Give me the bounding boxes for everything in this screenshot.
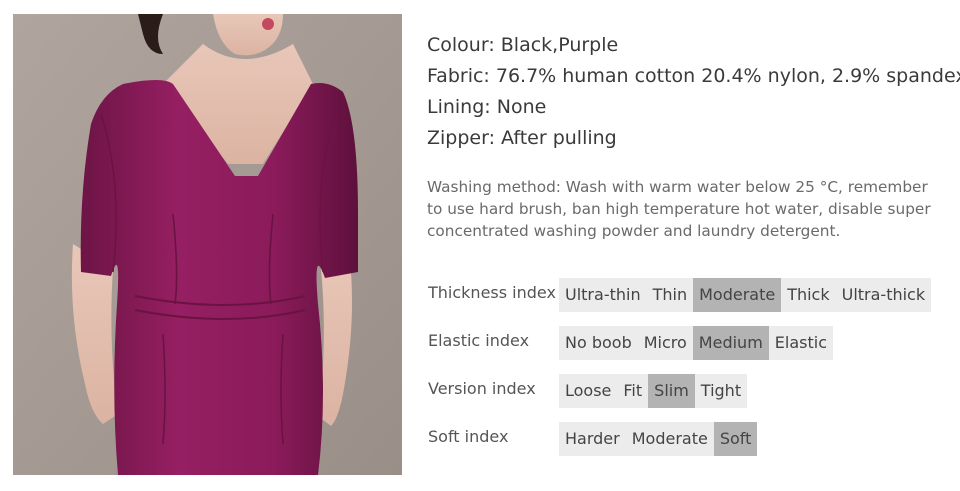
spec-zipper: Zipper: After pulling	[427, 127, 617, 149]
thickness-index-options: Ultra-thin Thin Moderate Thick Ultra-thi…	[559, 278, 932, 312]
soft-index-label: Soft index	[428, 427, 509, 446]
thickness-option-thin: Thin	[652, 285, 688, 304]
version-index-options: Loose Fit Slim Tight	[559, 374, 748, 408]
product-specs: Colour: Black,Purple Fabric: 76.7% human…	[427, 30, 960, 154]
washing-method: Washing method: Wash with warm water bel…	[427, 178, 931, 240]
dress-model-illustration	[13, 14, 402, 475]
elastic-option-no-boob: No boob	[565, 333, 632, 352]
soft-option-soft: Soft	[713, 422, 758, 456]
version-option-tight: Tight	[700, 381, 742, 400]
thickness-option-moderate: Moderate	[693, 278, 782, 312]
version-option-fit: Fit	[623, 381, 643, 400]
soft-option-harder: Harder	[565, 429, 620, 448]
thickness-option-ultra-thin: Ultra-thin	[565, 285, 641, 304]
elastic-index-label: Elastic index	[428, 331, 530, 350]
version-index-label: Version index	[428, 379, 536, 398]
thickness-option-thick: Thick	[787, 285, 830, 304]
product-photo	[13, 14, 402, 475]
soft-option-moderate: Moderate	[631, 429, 708, 448]
version-option-slim: Slim	[648, 374, 695, 408]
thickness-index-label: Thickness index	[428, 283, 556, 302]
elastic-index-options: No boob Micro Medium Elastic	[559, 326, 833, 360]
soft-index-options: Harder Moderate Soft	[559, 422, 758, 456]
spec-fabric: Fabric: 76.7% human cotton 20.4% nylon, …	[427, 65, 960, 87]
elastic-option-elastic: Elastic	[774, 333, 827, 352]
version-option-loose: Loose	[565, 381, 612, 400]
elastic-option-micro: Micro	[643, 333, 687, 352]
thickness-option-ultra-thick: Ultra-thick	[841, 285, 926, 304]
spec-lining: Lining: None	[427, 96, 547, 118]
spec-colour: Colour: Black,Purple	[427, 34, 619, 56]
elastic-option-medium: Medium	[692, 326, 769, 360]
